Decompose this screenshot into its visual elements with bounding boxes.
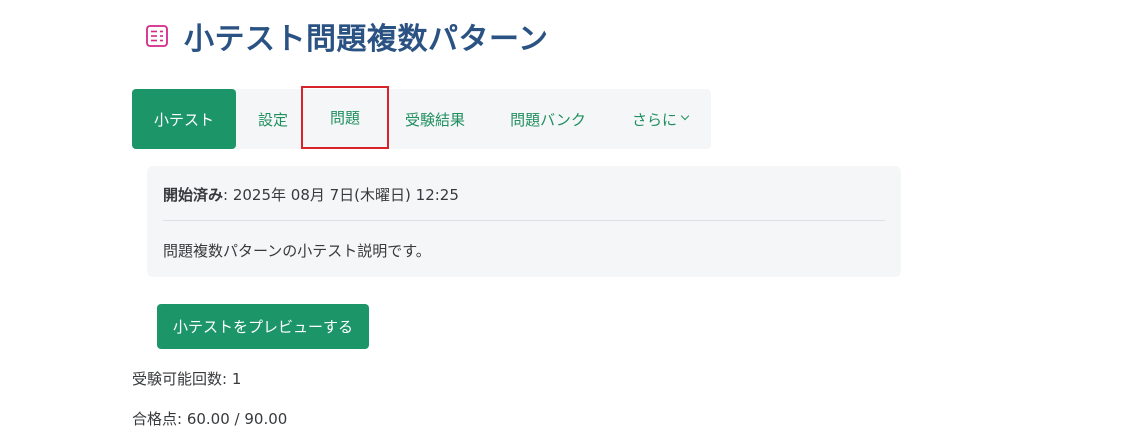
opened-value: 2025年 08月 7日(木曜日) 12:25 xyxy=(232,186,459,204)
tab-label: 受験結果 xyxy=(404,110,465,129)
opened-date: 開始済み: 2025年 08月 7日(木曜日) 12:25 xyxy=(163,184,459,205)
opened-label: 開始済み xyxy=(163,186,224,204)
preview-quiz-button[interactable]: 小テストをプレビューする xyxy=(157,304,369,349)
quiz-description: 問題複数パターンの小テスト説明です。 xyxy=(163,242,431,260)
chevron-down-icon xyxy=(680,111,690,121)
tab-label: 問題 xyxy=(329,109,360,127)
tab-quiz[interactable]: 小テスト xyxy=(132,89,236,149)
opened-separator: : xyxy=(223,186,233,204)
tab-label: 問題バンク xyxy=(510,110,586,129)
tab-label: さらに xyxy=(631,110,677,129)
divider xyxy=(163,220,885,221)
quiz-icon xyxy=(144,23,170,49)
tab-settings[interactable]: 設定 xyxy=(244,89,302,149)
page-header: 小テスト問題複数パターン xyxy=(144,14,549,58)
tab-results[interactable]: 受験結果 xyxy=(390,89,480,149)
page-title: 小テスト問題複数パターン xyxy=(184,22,549,57)
tab-label: 小テスト xyxy=(153,110,214,129)
attempts-allowed: 受験可能回数: 1 xyxy=(132,370,242,388)
tab-more[interactable]: さらに xyxy=(616,89,704,149)
tab-questions[interactable]: 問題 xyxy=(301,86,389,149)
tab-question-bank[interactable]: 問題バンク xyxy=(494,89,602,149)
tab-label: 設定 xyxy=(257,110,288,129)
secondary-navigation: 小テスト 設定 問題 受験結果 問題バンク さらに xyxy=(132,86,711,149)
activity-dates: 開始済み: 2025年 08月 7日(木曜日) 12:25 問題複数パターンの小… xyxy=(147,166,901,277)
grade-to-pass: 合格点: 60.00 / 90.00 xyxy=(132,410,288,428)
